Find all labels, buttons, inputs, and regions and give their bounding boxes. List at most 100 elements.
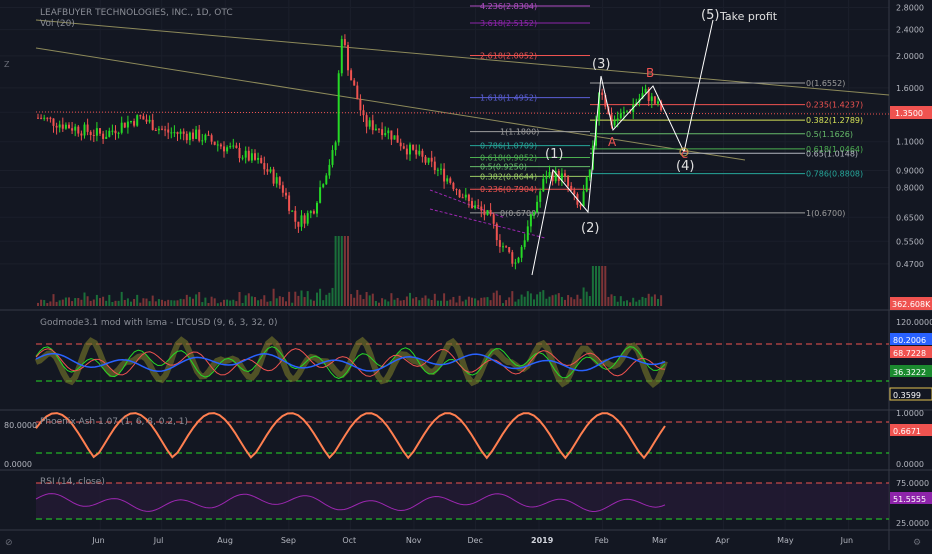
- wave-c-label: C: [681, 150, 688, 161]
- candle-body: [185, 133, 188, 141]
- volume-bar: [297, 295, 300, 306]
- candle-body: [588, 169, 591, 178]
- volume-bar: [626, 300, 628, 306]
- candle-body: [328, 164, 331, 176]
- candle-body: [303, 215, 306, 224]
- volume-bar: [192, 298, 194, 306]
- candle-body: [114, 130, 117, 134]
- volume-bar: [657, 298, 659, 306]
- candle-body: [288, 195, 291, 211]
- volume-bar: [37, 302, 39, 306]
- candle-body: [356, 85, 359, 100]
- candle-body: [55, 125, 58, 128]
- time-axis-tick: Aug: [217, 536, 233, 545]
- time-axis-tick: Dec: [467, 536, 482, 545]
- volume-bar: [105, 300, 108, 306]
- candle-body: [378, 128, 380, 130]
- volume-bar: [195, 294, 198, 306]
- candle-body: [582, 191, 585, 207]
- volume-bar: [548, 296, 551, 306]
- candle-body: [148, 119, 151, 122]
- candle-body: [316, 202, 318, 214]
- volume-bar: [644, 297, 647, 306]
- fib-label: 4.236(2.8304): [480, 2, 537, 11]
- fib-label: 0.5(0.9250): [480, 163, 527, 172]
- volume-bar: [467, 296, 470, 306]
- volume-bar: [114, 300, 117, 306]
- take-profit-label: Take profit: [719, 10, 778, 23]
- candle-body: [182, 131, 185, 134]
- volume-bar: [449, 299, 452, 306]
- fib-label: 0.786(1.0709): [480, 142, 537, 151]
- volume-bar: [247, 293, 250, 306]
- candle-body: [275, 177, 278, 184]
- candle-body: [139, 115, 142, 117]
- candle-body: [266, 169, 269, 172]
- volume-bar: [272, 288, 275, 306]
- fib-label: 1.618(1.4952): [480, 94, 537, 103]
- candle-body: [64, 124, 67, 129]
- candle-body: [402, 146, 405, 149]
- candle-body: [216, 144, 219, 146]
- volume-bar: [266, 301, 269, 306]
- candle-body: [350, 70, 353, 81]
- volume-bar: [74, 298, 77, 306]
- volume-bar: [567, 295, 570, 306]
- volume-bar: [306, 291, 309, 306]
- volume-bar: [179, 298, 182, 306]
- volume-bar: [517, 299, 520, 306]
- candle-body: [486, 209, 489, 216]
- volume-bar: [638, 299, 641, 306]
- candle-body: [130, 121, 132, 123]
- volume-bar: [551, 295, 554, 306]
- volume-bar: [350, 294, 353, 306]
- volume-bar: [117, 300, 120, 306]
- candle-body: [347, 45, 349, 71]
- volume-bar: [632, 297, 635, 306]
- godmode-value-2: 68.7228: [893, 349, 926, 358]
- volume-bar: [55, 301, 58, 306]
- time-axis-tick: Oct: [342, 536, 356, 545]
- volume-bar: [102, 296, 105, 306]
- volume-bar: [40, 299, 43, 306]
- candle-body: [412, 144, 415, 150]
- volume-bar: [492, 292, 495, 306]
- candle-body: [362, 110, 365, 116]
- volume-bar: [176, 300, 179, 306]
- price-axis-tick: 0.9000: [896, 167, 924, 176]
- volume-bar: [254, 297, 256, 306]
- volume-bar: [588, 296, 591, 306]
- volume-bar: [554, 294, 557, 306]
- volume-bar: [622, 301, 625, 306]
- time-axis-tick: Apr: [716, 536, 731, 545]
- volume-bar: [557, 293, 560, 306]
- volume-bar: [660, 295, 663, 306]
- volume-bar: [443, 293, 446, 306]
- fib-label: 0(1.6552): [806, 79, 845, 88]
- candle-body: [477, 205, 480, 207]
- volume-bar: [545, 298, 548, 306]
- volume-bar: [223, 299, 225, 306]
- time-axis-tick: Sep: [281, 536, 296, 545]
- candle-body: [461, 197, 464, 199]
- volume-bar: [151, 295, 154, 306]
- volume-bar: [511, 291, 514, 306]
- volume-bar: [399, 300, 402, 306]
- settings-icon: ⊘: [5, 538, 13, 548]
- volume-bar: [130, 301, 132, 306]
- candle-body: [250, 153, 253, 161]
- fib-label: 0.5(1.1626): [806, 130, 853, 139]
- candle-body: [198, 129, 201, 141]
- rsi-axis-tick: 25.0000: [896, 519, 929, 528]
- volume-bar: [533, 299, 535, 306]
- tradingview-chart[interactable]: 4.236(2.8304) 3.618(2.5152) 2.618(2.0052) 1…: [0, 0, 932, 550]
- fib-label: 0.382(1.2789): [806, 116, 863, 125]
- candle-body: [564, 173, 566, 177]
- candle-body: [71, 128, 74, 131]
- candle-body: [480, 206, 483, 211]
- candle-body: [68, 124, 70, 129]
- candle-body: [145, 119, 148, 122]
- rsi-label: RSI (14, close): [40, 477, 105, 487]
- candle-body: [548, 172, 551, 178]
- volume-bar: [495, 290, 498, 306]
